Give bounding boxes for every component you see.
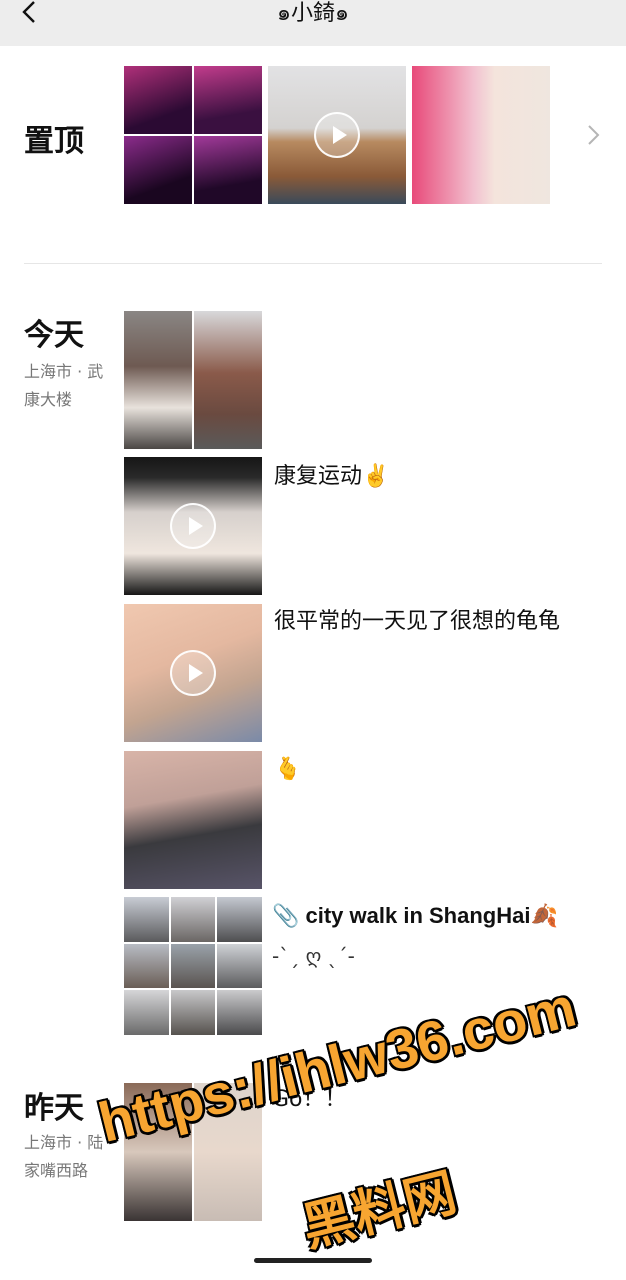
pinned-video-cat[interactable] — [268, 66, 406, 204]
play-icon — [170, 650, 216, 696]
post-video-turtle[interactable] — [124, 604, 262, 742]
top-bar: ๑小錡๑ — [0, 0, 626, 46]
post-photo-hands[interactable] — [124, 751, 262, 889]
page-title: ๑小錡๑ — [277, 1, 349, 26]
photo-tile — [124, 66, 192, 134]
post-caption: 很平常的一天见了很想的龟龟 — [274, 609, 561, 634]
photo-tile — [124, 136, 192, 204]
post-caption: 康复运动✌️ — [274, 464, 390, 489]
photo-tile — [217, 990, 262, 1035]
photo-tile — [217, 897, 262, 942]
photo-tile — [124, 944, 169, 988]
post-caption-sub: -ˋˏ ღ ˎˊ- — [272, 944, 355, 968]
pinned-label: 置顶 — [24, 124, 84, 159]
photo-tile — [171, 990, 215, 1035]
pinned-photo-girl[interactable] — [412, 66, 550, 204]
post-caption: 📎 city walk in ShangHai🍂 — [272, 903, 558, 928]
today-label: 今天 — [24, 318, 84, 353]
photo-tile — [124, 990, 169, 1035]
photo-tile — [194, 311, 262, 449]
photo-tile — [194, 66, 262, 134]
yesterday-label: 昨天 — [24, 1091, 84, 1126]
home-indicator[interactable] — [254, 1258, 372, 1263]
photo-tile — [194, 136, 262, 204]
post-caption: 🫰 — [274, 757, 302, 782]
play-icon — [170, 503, 216, 549]
post-video-rehab[interactable] — [124, 457, 262, 595]
chevron-right-icon[interactable] — [584, 122, 604, 148]
pinned-photo-grid[interactable] — [124, 66, 262, 204]
post-photo-citywalk[interactable] — [124, 897, 262, 1035]
yesterday-location: 上海市 · 陆家嘴西路 — [24, 1133, 104, 1180]
photo-tile — [124, 897, 169, 942]
photo-tile — [171, 944, 215, 988]
divider — [24, 263, 602, 264]
watermark-site: 黑料网 — [296, 1163, 463, 1258]
play-icon — [314, 112, 360, 158]
photo-tile — [217, 944, 262, 988]
photo-tile — [124, 311, 192, 449]
post-photo-wukang[interactable] — [124, 311, 262, 449]
today-location: 上海市 · 武康大楼 — [24, 362, 104, 409]
photo-tile — [171, 897, 215, 942]
